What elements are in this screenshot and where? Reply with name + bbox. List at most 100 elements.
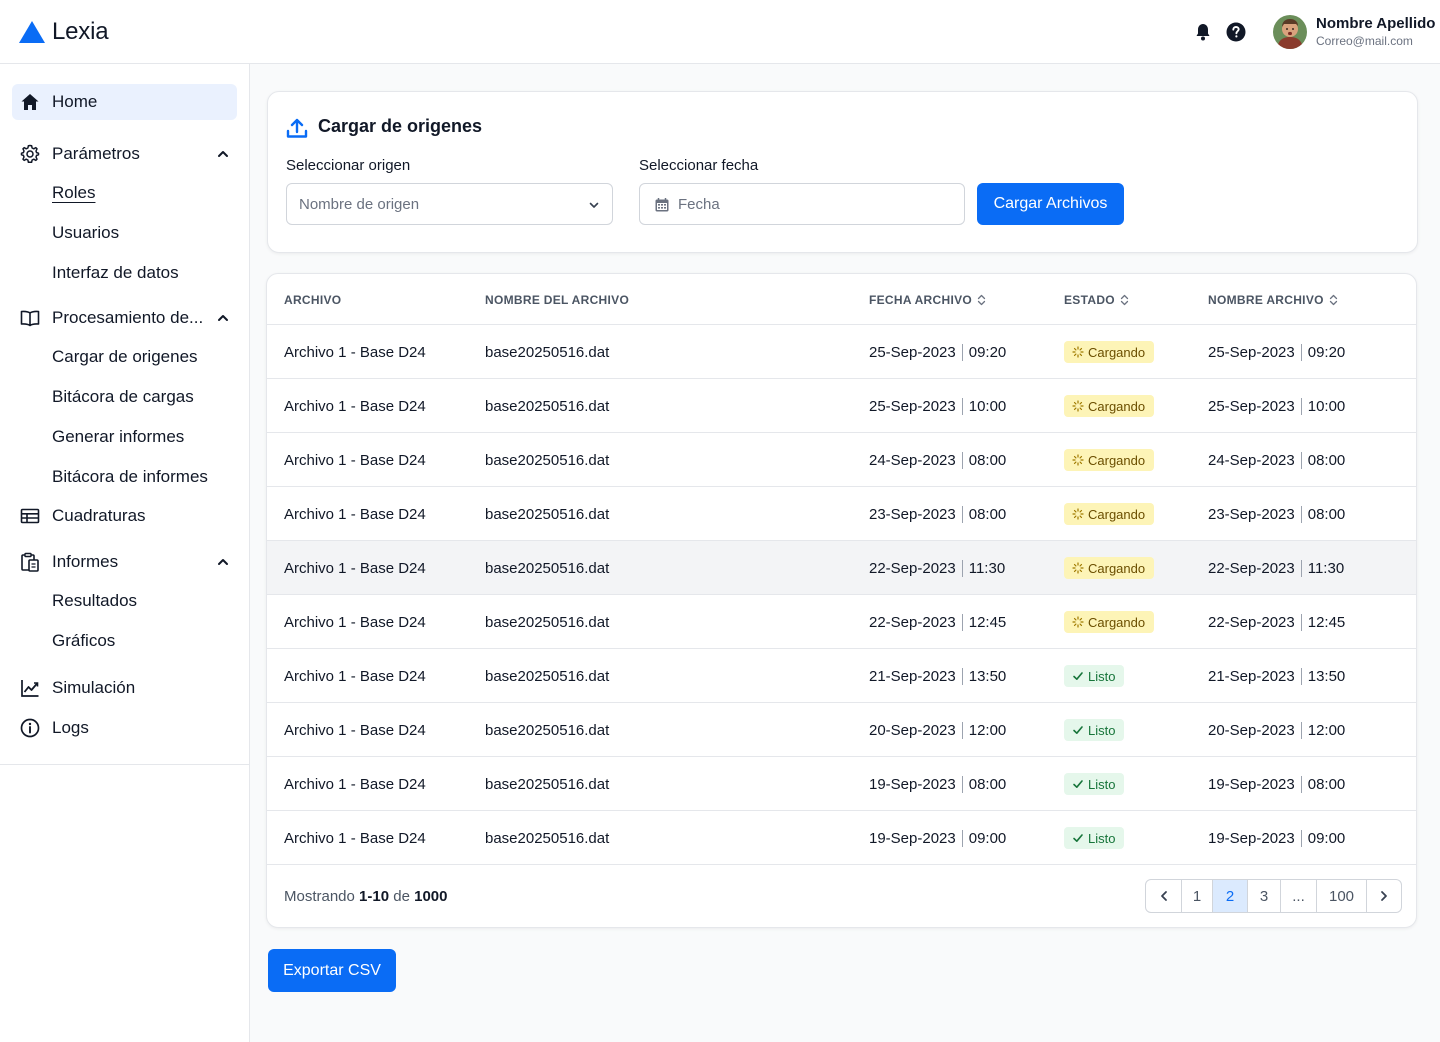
status-badge: Cargando <box>1064 449 1155 471</box>
table-icon <box>20 508 40 524</box>
table-row[interactable]: Archivo 1 - Base D24 base20250516.dat 21-S… <box>267 649 1416 703</box>
spinner-icon <box>1072 346 1084 358</box>
spinner-icon <box>1072 454 1084 466</box>
bell-icon[interactable] <box>1193 22 1213 42</box>
load-files-button[interactable]: Cargar Archivos <box>977 183 1124 225</box>
status-badge: Listo <box>1064 773 1125 795</box>
chevron-up-icon[interactable] <box>217 312 229 324</box>
cell-nombre-archivo: 22-Sep-2023 11:30 <box>1208 559 1345 577</box>
cell-fecha-archivo: 22-Sep-2023 11:30 <box>869 559 1006 577</box>
book-open-icon <box>20 310 40 327</box>
date-placeholder: Fecha <box>678 196 720 213</box>
chart-line-icon <box>21 680 39 697</box>
cell-nombre-del-archivo: base20250516.dat <box>485 398 610 415</box>
upload-icon <box>286 118 308 138</box>
column-header-nombre-archivo[interactable]: NOMBRE ARCHIVO <box>1208 293 1338 307</box>
spinner-icon <box>1072 562 1084 574</box>
sort-icon[interactable] <box>1329 294 1338 306</box>
sidebar-subitem-graficos[interactable]: Gráficos <box>52 631 115 651</box>
cell-fecha-archivo: 25-Sep-2023 10:00 <box>869 397 1007 415</box>
upload-card: Cargar de origenes Seleccionar origen No… <box>267 91 1418 253</box>
status-badge: Cargando <box>1064 341 1155 363</box>
cell-archivo: Archivo 1 - Base D24 <box>284 668 426 685</box>
clipboard-icon <box>21 552 39 572</box>
cell-nombre-del-archivo: base20250516.dat <box>485 722 610 739</box>
cell-nombre-del-archivo: base20250516.dat <box>485 506 610 523</box>
page-button-2[interactable]: 2 <box>1213 880 1248 912</box>
avatar[interactable] <box>1273 15 1307 49</box>
sort-icon[interactable] <box>977 294 986 306</box>
cell-nombre-del-archivo: base20250516.dat <box>485 614 610 631</box>
sidebar-item-procesamiento[interactable]: Procesamiento de... <box>12 300 237 336</box>
cell-nombre-archivo: 22-Sep-2023 12:45 <box>1208 613 1346 631</box>
cell-fecha-archivo: 21-Sep-2023 13:50 <box>869 667 1007 685</box>
check-icon <box>1073 672 1083 680</box>
prev-page-button[interactable] <box>1146 880 1182 912</box>
status-badge: Listo <box>1064 719 1125 741</box>
sidebar-item-label: Procesamiento de... <box>52 308 204 327</box>
next-page-button[interactable] <box>1367 880 1401 912</box>
sidebar-subitem-bitacora-de-cargas[interactable]: Bitácora de cargas <box>52 387 194 407</box>
page-button-1[interactable]: 1 <box>1182 880 1213 912</box>
sidebar-subitem-usuarios[interactable]: Usuarios <box>52 223 119 243</box>
date-input[interactable]: Fecha <box>639 183 965 225</box>
cell-fecha-archivo: 25-Sep-2023 09:20 <box>869 343 1007 361</box>
sidebar-item-simulacion[interactable]: Simulación <box>12 670 237 706</box>
cell-nombre-del-archivo: base20250516.dat <box>485 776 610 793</box>
page-button-100[interactable]: 100 <box>1317 880 1367 912</box>
sidebar-item-parametros[interactable]: Parámetros <box>12 136 237 172</box>
cell-fecha-archivo: 23-Sep-2023 08:00 <box>869 505 1007 523</box>
sidebar-item-logs[interactable]: Logs <box>12 710 237 746</box>
column-header-estado[interactable]: ESTADO <box>1064 293 1129 307</box>
sidebar-subitem-roles[interactable]: Roles <box>52 183 95 203</box>
sidebar-item-home[interactable]: Home <box>12 84 237 120</box>
sidebar-subitem-interfaz-de-datos[interactable]: Interfaz de datos <box>52 263 179 283</box>
table-row[interactable]: Archivo 1 - Base D24 base20250516.dat 19-S… <box>267 811 1416 865</box>
table-row[interactable]: Archivo 1 - Base D24 base20250516.dat 25-S… <box>267 325 1416 379</box>
table-row[interactable]: Archivo 1 - Base D24 base20250516.dat 23-S… <box>267 487 1416 541</box>
table-row[interactable]: Archivo 1 - Base D24 base20250516.dat 22-S… <box>267 541 1416 595</box>
app-name: Lexia <box>52 18 109 45</box>
table-row[interactable]: Archivo 1 - Base D24 base20250516.dat 20-S… <box>267 703 1416 757</box>
gear-icon <box>20 144 40 164</box>
sidebar-item-label: Parámetros <box>52 144 140 163</box>
chevron-right-icon <box>1381 891 1387 901</box>
cell-archivo: Archivo 1 - Base D24 <box>284 344 426 361</box>
page-ellipsis: ... <box>1281 880 1317 912</box>
chevron-up-icon[interactable] <box>217 556 229 568</box>
sort-icon[interactable] <box>1120 294 1129 306</box>
chevron-left-icon <box>1160 891 1167 901</box>
sidebar-subitem-cargar-de-origenes[interactable]: Cargar de origenes <box>52 347 198 367</box>
user-email: Correo@mail.com <box>1316 34 1413 48</box>
cell-fecha-archivo: 24-Sep-2023 08:00 <box>869 451 1007 469</box>
logo[interactable]: Lexia <box>18 18 109 46</box>
sidebar-subitem-bitacora-de-informes[interactable]: Bitácora de informes <box>52 467 208 487</box>
table-row[interactable]: Archivo 1 - Base D24 base20250516.dat 19-S… <box>267 757 1416 811</box>
cell-fecha-archivo: 19-Sep-2023 08:00 <box>869 775 1007 793</box>
spinner-icon <box>1072 616 1084 628</box>
sidebar-subitem-resultados[interactable]: Resultados <box>52 591 137 611</box>
cell-nombre-archivo: 23-Sep-2023 08:00 <box>1208 505 1346 523</box>
origin-select-placeholder: Nombre de origen <box>299 196 420 213</box>
sidebar-subitem-generar-informes[interactable]: Generar informes <box>52 427 184 447</box>
status-badge: Cargando <box>1064 503 1155 525</box>
help-icon[interactable] <box>1226 22 1246 42</box>
check-icon <box>1073 834 1083 842</box>
sidebar-item-informes[interactable]: Informes <box>12 544 237 580</box>
column-header-fecha-archivo[interactable]: FECHA ARCHIVO <box>869 293 986 307</box>
sidebar-item-cuadraturas[interactable]: Cuadraturas <box>12 498 237 534</box>
page-button-3[interactable]: 3 <box>1248 880 1281 912</box>
showing-count: Mostrando 1-10 de 1000 <box>284 888 448 905</box>
upload-title: Cargar de origenes <box>318 116 483 136</box>
status-badge: Listo <box>1064 827 1125 849</box>
sidebar-item-label: Home <box>52 92 98 111</box>
cell-archivo: Archivo 1 - Base D24 <box>284 830 426 847</box>
origin-select[interactable]: Nombre de origen <box>286 183 613 225</box>
sidebar-item-label: Simulación <box>52 678 136 697</box>
table-row[interactable]: Archivo 1 - Base D24 base20250516.dat 22-S… <box>267 595 1416 649</box>
export-csv-button[interactable]: Exportar CSV <box>268 949 396 992</box>
table-row[interactable]: Archivo 1 - Base D24 base20250516.dat 25-S… <box>267 379 1416 433</box>
table-row[interactable]: Archivo 1 - Base D24 base20250516.dat 24-S… <box>267 433 1416 487</box>
chevron-up-icon[interactable] <box>217 148 229 160</box>
cell-nombre-archivo: 19-Sep-2023 09:00 <box>1208 829 1346 847</box>
